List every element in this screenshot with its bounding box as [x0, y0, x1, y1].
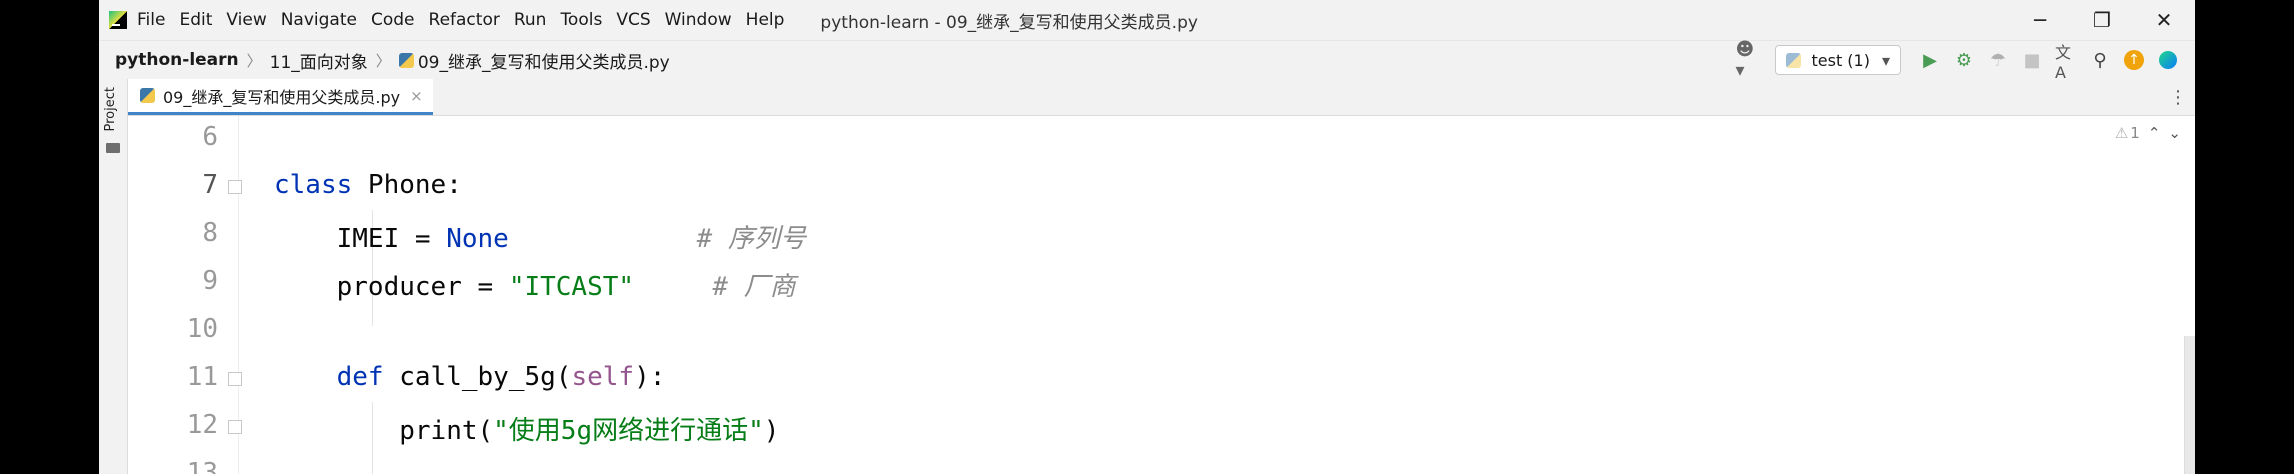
python-file-icon	[398, 52, 414, 68]
menu-file[interactable]: File	[137, 10, 165, 30]
previous-highlight-icon[interactable]: ⌃	[2148, 124, 2161, 142]
chevron-down-icon: ▾	[1881, 50, 1890, 70]
close-tab-icon[interactable]: ×	[410, 87, 423, 105]
search-icon[interactable]: ⚲	[2089, 49, 2111, 71]
pycharm-logo-icon	[109, 11, 127, 29]
stop-icon[interactable]: ■	[2021, 49, 2043, 71]
menu-tools[interactable]: Tools	[560, 10, 602, 30]
title-bar: File Edit View Navigate Code Refactor Ru…	[99, 0, 2195, 40]
code-keyword: def	[336, 362, 384, 392]
minimize-button[interactable]: ─	[2009, 0, 2071, 40]
vertical-scrollbar[interactable]	[2184, 336, 2195, 474]
breadcrumb-file[interactable]: 09_继承_复写和使用父类成员.py	[418, 48, 670, 73]
line-number: 7	[202, 170, 218, 200]
line-gutter: 6 7 8 9 10 11 12 13	[128, 116, 242, 474]
next-highlight-icon[interactable]: ⌄	[2168, 124, 2181, 142]
run-configuration-select[interactable]: test (1) ▾	[1775, 45, 1901, 75]
menu-navigate[interactable]: Navigate	[281, 10, 357, 30]
fold-marker-icon[interactable]	[228, 372, 242, 386]
warning-count: 1	[2130, 124, 2140, 142]
menu-refactor[interactable]: Refactor	[429, 10, 500, 30]
folder-icon[interactable]	[106, 143, 120, 153]
ide-window: File Edit View Navigate Code Refactor Ru…	[99, 0, 2195, 474]
restore-button[interactable]: ❐	[2071, 0, 2133, 40]
menu-edit[interactable]: Edit	[179, 10, 212, 30]
line-number: 11	[186, 362, 218, 392]
code-text: IMEI =	[336, 224, 447, 254]
code-line-11: def call_by_5g(self):	[274, 362, 666, 392]
editor-tab-label: 09_继承_复写和使用父类成员.py	[163, 87, 401, 107]
update-icon[interactable]: ↑	[2123, 49, 2145, 71]
user-icon[interactable]: ☻▾	[1735, 39, 1757, 81]
fold-marker-icon[interactable]	[228, 180, 242, 194]
menu-window[interactable]: Window	[665, 10, 732, 30]
plugin-icon[interactable]	[2157, 49, 2179, 71]
code-string: "ITCAST"	[508, 272, 635, 302]
menu-run[interactable]: Run	[514, 10, 547, 30]
line-number: 8	[202, 218, 218, 248]
breadcrumb-separator-icon: 〉	[375, 51, 391, 70]
code-line-7: class Phone:	[274, 170, 462, 200]
code-text: ):	[634, 362, 666, 392]
line-number: 10	[186, 314, 218, 344]
code-string: "使用5g网络进行通话"	[493, 416, 764, 446]
menu-view[interactable]: View	[226, 10, 266, 30]
menu-vcs[interactable]: VCS	[616, 10, 650, 30]
warning-icon: ⚠	[2114, 124, 2129, 142]
editor-tab-bar: 09_继承_复写和使用父类成员.py × ⋮	[128, 79, 2195, 116]
line-number: 9	[202, 266, 218, 296]
line-number: 6	[202, 122, 218, 152]
project-tool-button[interactable]: Project	[103, 87, 118, 131]
code-line-8: IMEI = None # 序列号	[274, 218, 806, 255]
breadcrumb-folder[interactable]: 11_面向对象	[270, 48, 368, 73]
line-number: 13	[186, 458, 218, 474]
line-number: 12	[186, 410, 218, 440]
breadcrumb-separator-icon: 〉	[246, 51, 262, 70]
coverage-icon[interactable]: ☂	[1987, 49, 2009, 71]
navigation-bar: python-learn 〉 11_面向对象 〉 09_继承_复写和使用父类成员…	[99, 39, 2195, 82]
toolbar: ☻▾ test (1) ▾ ▶ ⚙ ☂ ■ 文A ⚲ ↑	[1729, 39, 2185, 82]
more-options-icon[interactable]: ⋮	[2169, 87, 2187, 108]
code-text: producer =	[336, 272, 509, 302]
translate-icon[interactable]: 文A	[2055, 43, 2077, 82]
code-constant: None	[446, 224, 509, 254]
code-comment: # 序列号	[696, 224, 806, 254]
code-builtin: print(	[399, 416, 494, 446]
inspection-widget[interactable]: ⚠ 1 ⌃ ⌄	[2107, 124, 2181, 142]
code-line-12: print("使用5g网络进行通话")	[274, 410, 779, 447]
window-title: python-learn - 09_继承_复写和使用父类成员.py	[820, 12, 1198, 33]
menu-help[interactable]: Help	[746, 10, 785, 30]
close-button[interactable]: ✕	[2133, 0, 2195, 40]
code-text: )	[763, 416, 780, 446]
code-comment: # 厂商	[712, 272, 796, 302]
breadcrumb-project[interactable]: python-learn	[115, 50, 239, 70]
code-text: Phone:	[352, 170, 462, 200]
tool-window-strip: Project	[99, 79, 128, 474]
code-self: self	[571, 362, 635, 392]
fold-marker-icon[interactable]	[228, 420, 242, 434]
code-keyword: class	[274, 170, 353, 200]
editor-tab[interactable]: 09_继承_复写和使用父类成员.py ×	[128, 79, 433, 115]
run-configuration-label: test (1)	[1811, 50, 1870, 70]
debug-icon[interactable]: ⚙	[1953, 49, 1975, 71]
run-icon[interactable]: ▶	[1919, 49, 1941, 71]
menu-code[interactable]: Code	[371, 10, 415, 30]
code-line-9: producer = "ITCAST" # 厂商	[274, 266, 796, 303]
code-function-name: call_by_5g(	[383, 362, 572, 392]
python-file-icon	[140, 88, 155, 103]
window-controls: ─ ❐ ✕	[2009, 0, 2195, 40]
code-editor[interactable]: 6 7 8 9 10 11 12 13 class Phone: IMEI = …	[128, 116, 2195, 474]
python-config-icon	[1786, 52, 1802, 68]
